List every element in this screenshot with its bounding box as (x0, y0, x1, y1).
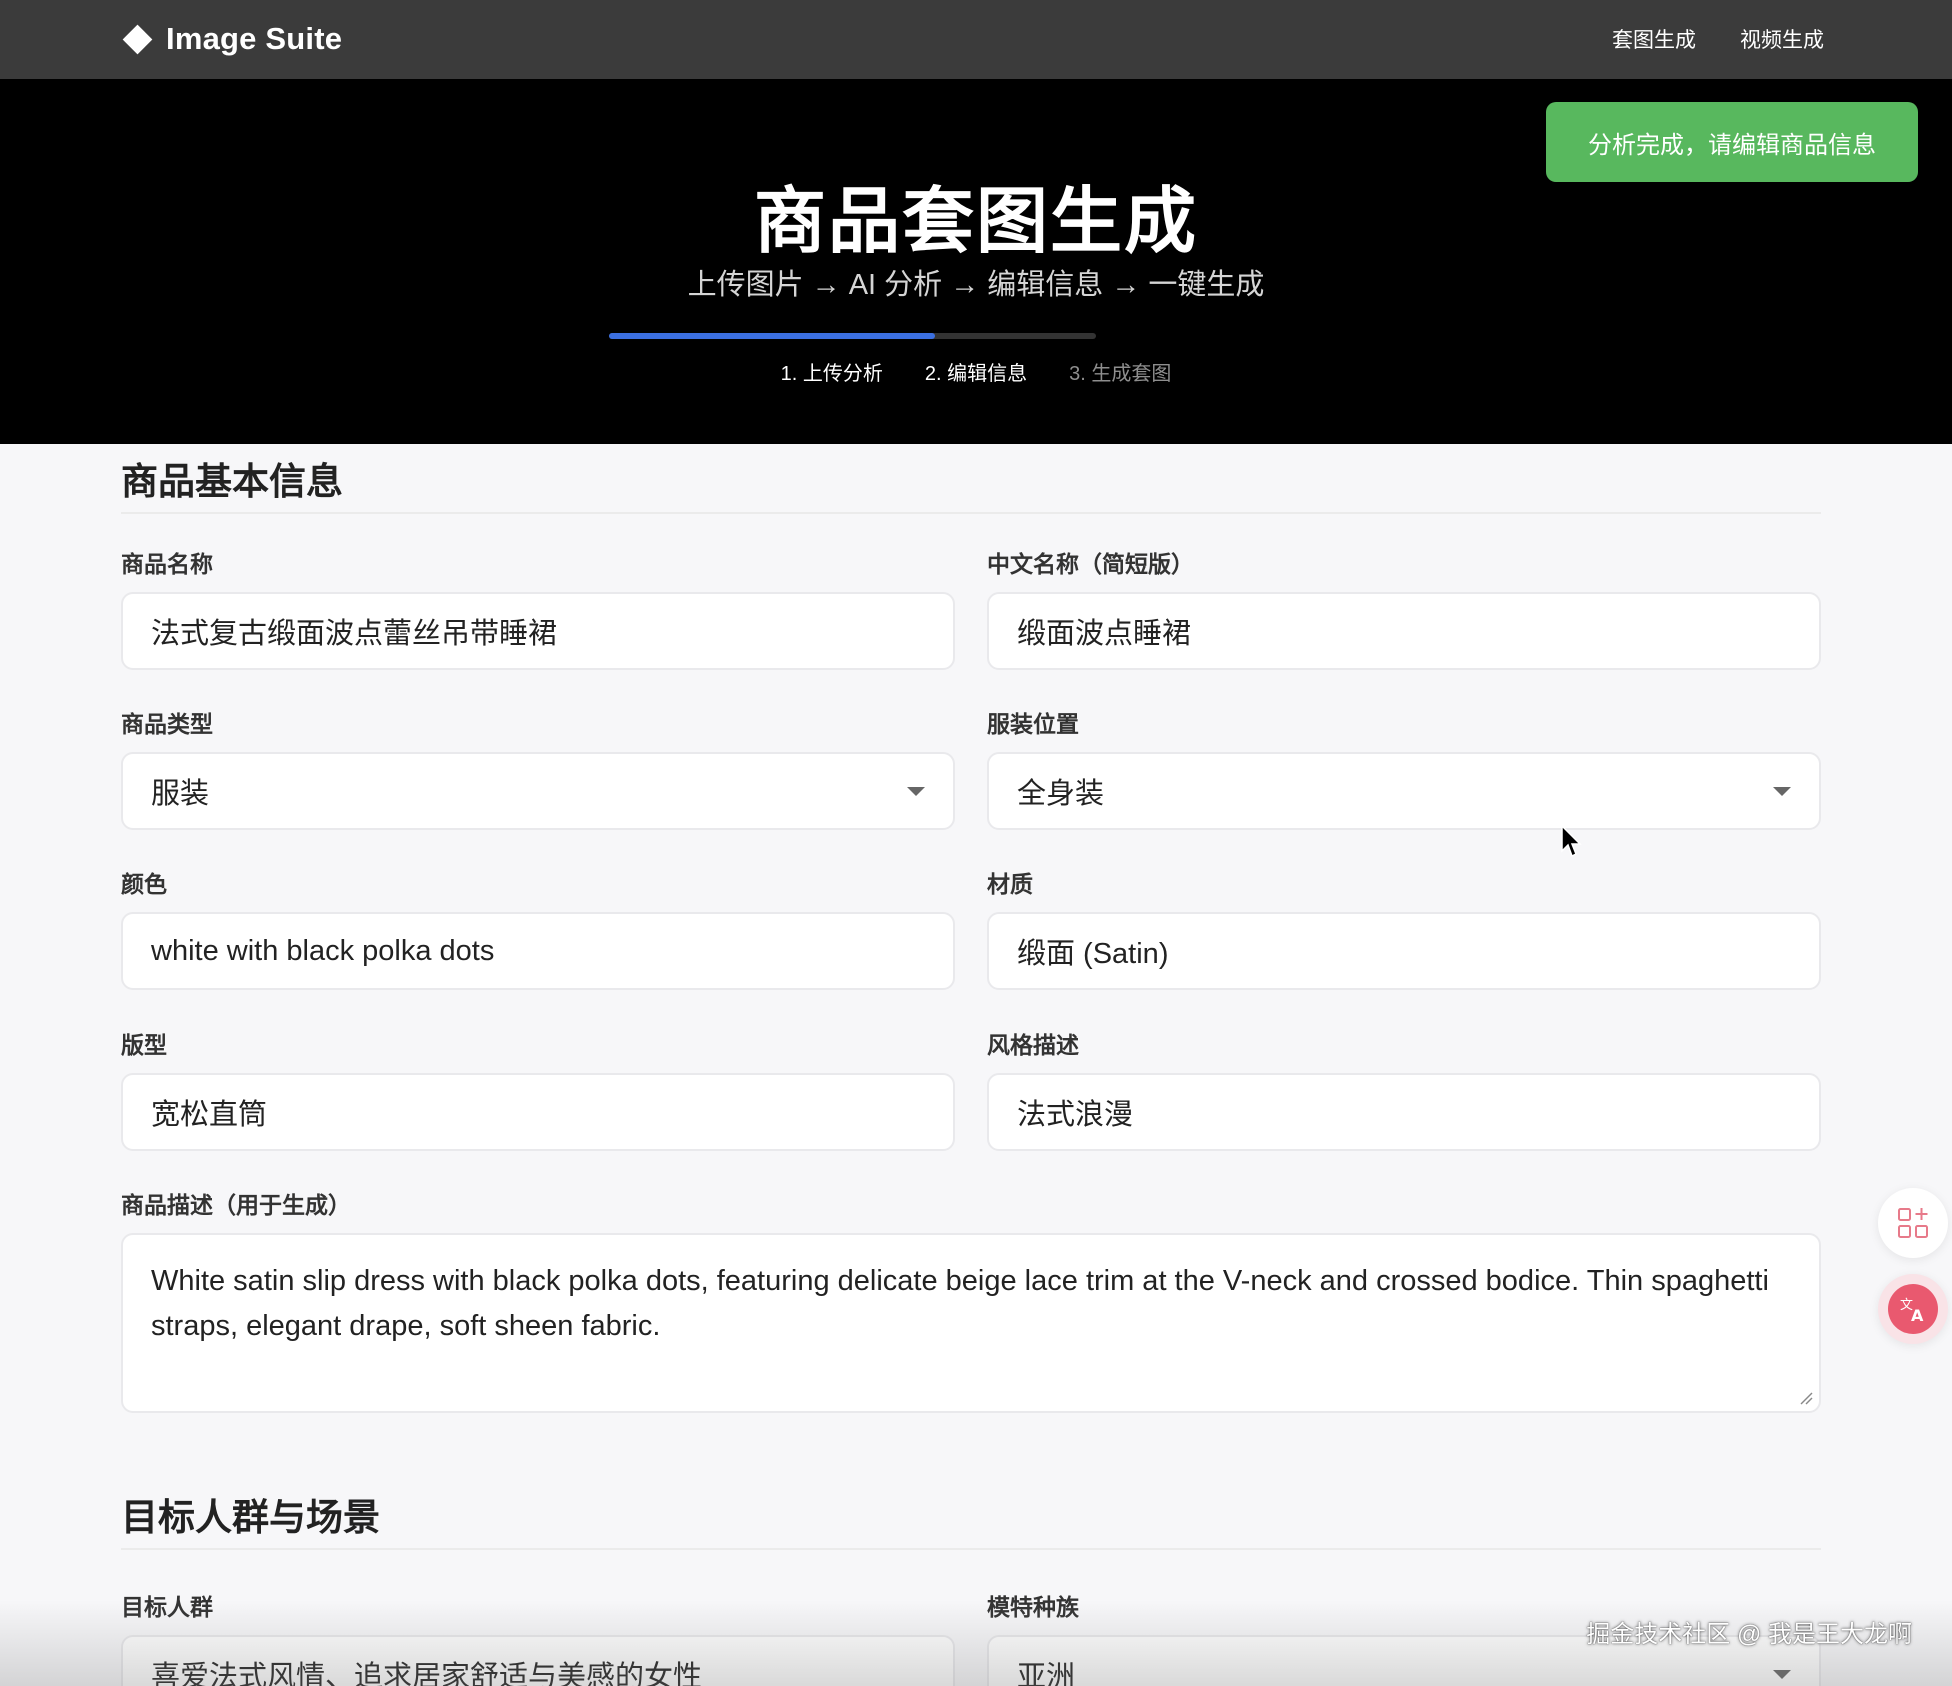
label-target-group: 目标人群 (121, 1594, 213, 1620)
material-input[interactable]: 缎面 (Satin) (987, 912, 1821, 990)
field-color: 颜色 white with black polka dots (121, 868, 955, 990)
label-fit: 版型 (121, 1032, 167, 1058)
progress-bar-fill (609, 333, 936, 339)
chevron-down-icon (907, 786, 925, 796)
field-short-name: 中文名称（简短版） 缎面波点睡裙 (987, 548, 1821, 670)
short-name-input[interactable]: 缎面波点睡裙 (987, 592, 1821, 670)
target-group-value: 喜爱法式风情、追求居家舒适与美感的女性 (151, 1661, 703, 1686)
label-short-name: 中文名称（简短版） (987, 551, 1194, 577)
field-style: 风格描述 法式浪漫 (987, 1029, 1821, 1151)
product-name-input[interactable]: 法式复古缎面波点蕾丝吊带睡裙 (121, 592, 955, 670)
field-product-type: 商品类型 服装 (121, 708, 955, 830)
label-product-name: 商品名称 (121, 551, 213, 577)
page-subtitle: 上传图片 → AI 分析 → 编辑信息 → 一键生成 (687, 269, 1265, 301)
main-nav: 套图生成 视频生成 (1612, 18, 1824, 60)
style-value: 法式浪漫 (1017, 1099, 1134, 1131)
fit-value: 宽松直筒 (151, 1099, 268, 1131)
brand-name: Image Suite (166, 21, 343, 56)
field-garment-position: 服装位置 全身装 (987, 708, 1821, 830)
translate-icon: 文 A (1888, 1284, 1938, 1334)
description-textarea[interactable]: White satin slip dress with black polka … (121, 1233, 1821, 1413)
label-product-type: 商品类型 (121, 711, 213, 737)
form-content-audience: 目标人群与场景 (121, 1480, 1821, 1550)
success-toast: 分析完成，请编辑商品信息 (1546, 102, 1918, 182)
color-input[interactable]: white with black polka dots (121, 912, 955, 990)
field-material: 材质 缎面 (Satin) (987, 868, 1821, 990)
grid-plus-icon (1898, 1208, 1928, 1238)
grid-plus-button[interactable] (1878, 1188, 1948, 1258)
label-garment-position: 服装位置 (987, 711, 1079, 737)
section-title-audience: 目标人群与场景 (121, 1480, 1821, 1550)
product-name-value: 法式复古缎面波点蕾丝吊带睡裙 (151, 618, 558, 650)
progress-bar (609, 333, 1096, 339)
step-indicator: 1. 上传分析 2. 编辑信息 3. 生成套图 (0, 357, 1952, 386)
field-target-group: 目标人群 喜爱法式风情、追求居家舒适与美感的女性 (121, 1591, 955, 1686)
step-upload-analyze: 1. 上传分析 (780, 363, 883, 385)
target-group-input[interactable]: 喜爱法式风情、追求居家舒适与美感的女性 (121, 1635, 955, 1686)
label-color: 颜色 (121, 871, 167, 897)
section-title-basic-info: 商品基本信息 (121, 444, 1821, 514)
label-description: 商品描述（用于生成） (121, 1192, 351, 1218)
color-value: white with black polka dots (151, 934, 495, 967)
label-style: 风格描述 (987, 1032, 1079, 1058)
chevron-down-icon (1773, 786, 1791, 796)
step-edit-info: 2. 编辑信息 (924, 363, 1028, 385)
form-content: 商品基本信息 (121, 444, 1821, 514)
mouse-cursor-icon (1561, 825, 1582, 858)
floating-widgets: 文 A (1878, 1188, 1948, 1360)
short-name-value: 缎面波点睡裙 (1017, 618, 1192, 650)
brand[interactable]: Image Suite (122, 18, 342, 60)
product-type-select[interactable]: 服装 (121, 752, 955, 830)
description-value: White satin slip dress with black polka … (151, 1265, 1769, 1342)
field-fit: 版型 宽松直筒 (121, 1029, 955, 1151)
diamond-logo-icon (122, 24, 153, 54)
field-description: 商品描述（用于生成） White satin slip dress with b… (121, 1189, 1821, 1413)
garment-position-select[interactable]: 全身装 (987, 752, 1821, 830)
translate-button[interactable]: 文 A (1878, 1274, 1948, 1344)
field-product-name: 商品名称 法式复古缎面波点蕾丝吊带睡裙 (121, 548, 955, 670)
fit-input[interactable]: 宽松直筒 (121, 1073, 955, 1151)
material-value: 缎面 (Satin) (1017, 938, 1169, 970)
svg-text:A: A (1911, 1306, 1924, 1325)
top-navbar: Image Suite 套图生成 视频生成 (0, 0, 1952, 79)
step-generate-set: 3. 生成套图 (1069, 363, 1172, 385)
label-material: 材质 (987, 871, 1033, 897)
chevron-down-icon (1773, 1669, 1791, 1679)
style-input[interactable]: 法式浪漫 (987, 1073, 1821, 1151)
model-ethnicity-value: 亚洲 (1017, 1661, 1076, 1686)
garment-position-value: 全身装 (1017, 778, 1105, 810)
resize-handle-icon[interactable] (1799, 1391, 1813, 1405)
nav-item-video[interactable]: 视频生成 (1740, 24, 1824, 54)
watermark: 掘金技术社区 @ 我是王大龙啊 (1586, 1621, 1912, 1648)
nav-item-image-set[interactable]: 套图生成 (1612, 24, 1696, 54)
product-type-value: 服装 (151, 778, 210, 810)
